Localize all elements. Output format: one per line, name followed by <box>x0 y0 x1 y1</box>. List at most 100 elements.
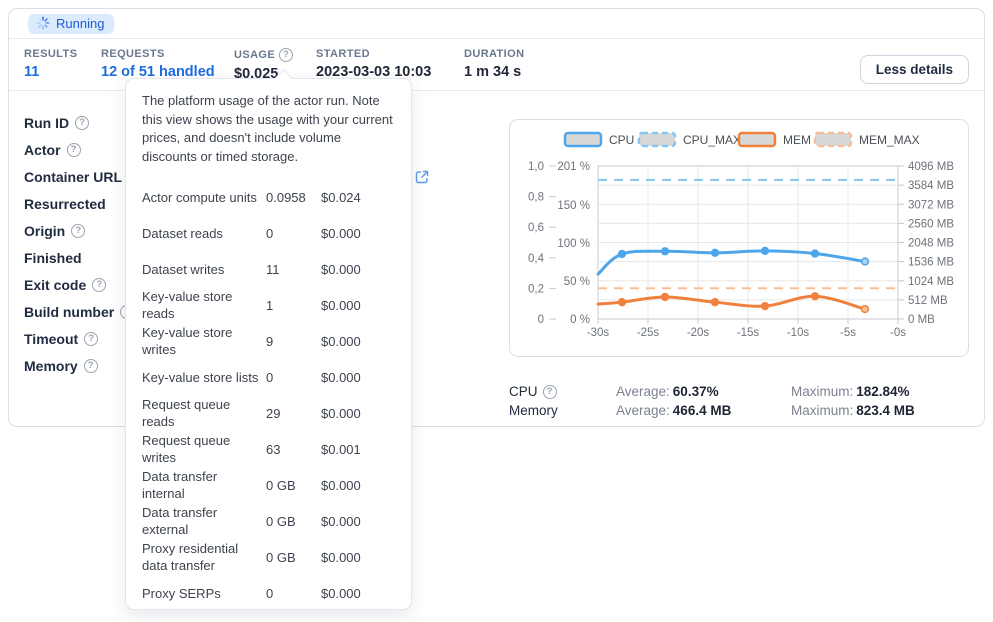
mb-tick-label: 2048 MB <box>908 238 954 250</box>
usage-row-price: $0.000 <box>321 334 395 349</box>
usage-row-quantity: 1 <box>266 298 321 313</box>
mb-tick-label: 3072 MB <box>908 199 954 211</box>
usage-row: Key-value store writes9$0.000 <box>142 323 395 359</box>
help-icon[interactable]: ? <box>92 278 106 292</box>
stat-duration: DURATION 1 m 34 s <box>464 48 524 80</box>
usage-row-quantity: 0 GB <box>266 514 321 529</box>
cpu-point <box>862 258 869 265</box>
percent-tick-label: 100 % <box>557 238 590 250</box>
external-link-icon[interactable] <box>414 169 430 185</box>
summary-maximum: Maximum:823.4 MB <box>791 403 971 418</box>
usage-row-quantity: 0.0958 <box>266 190 321 205</box>
left-outer-tick-label: 0 <box>538 314 544 326</box>
stat-value[interactable]: 11 <box>24 64 77 80</box>
status-badge-running: Running <box>28 14 114 34</box>
usage-row: Dataset reads0$0.000 <box>142 215 395 251</box>
help-icon[interactable]: ? <box>84 332 98 346</box>
usage-row-price: $0.024 <box>321 190 395 205</box>
less-details-button[interactable]: Less details <box>860 55 969 84</box>
mem-point <box>812 293 819 300</box>
usage-description: The platform usage of the actor run. Not… <box>142 92 395 166</box>
maximum-prefix: Maximum: <box>791 384 853 399</box>
legend-item-mem_max[interactable]: MEM_MAX <box>815 133 920 147</box>
average-value: 60.37% <box>673 384 719 399</box>
left-outer-tick-label: 0,2 <box>528 283 544 295</box>
x-tick-label: -30s <box>587 327 610 339</box>
summary-metric-label: CPU <box>509 384 538 399</box>
maximum-prefix: Maximum: <box>791 403 853 418</box>
stat-label: RESULTS <box>24 48 77 60</box>
detail-label: Finished <box>24 250 82 266</box>
stat-label-text: REQUESTS <box>101 48 165 60</box>
usage-breakdown-table: Actor compute units0.0958$0.024Dataset r… <box>142 179 395 611</box>
usage-row-quantity: 0 <box>266 370 321 385</box>
metrics-chart-card: 1,00,80,60,40,20201 %150 %100 %50 %0 %40… <box>509 119 969 357</box>
x-tick-label: -0s <box>890 327 906 339</box>
summary-row-cpu: CPU?Average:60.37%Maximum:182.84% <box>509 382 971 401</box>
average-prefix: Average: <box>616 403 670 418</box>
usage-row-label: Data transfer external <box>142 504 266 538</box>
stat-label-text: DURATION <box>464 48 524 60</box>
usage-row-label: Proxy residential data transfer <box>142 540 266 574</box>
usage-row-quantity: 63 <box>266 442 321 457</box>
spinner-icon <box>36 16 50 30</box>
detail-label: Origin <box>24 223 65 239</box>
mb-tick-label: 4096 MB <box>908 161 954 173</box>
legend-item-cpu[interactable]: CPU <box>565 133 634 147</box>
usage-row-quantity: 11 <box>266 262 321 277</box>
left-outer-tick-label: 1,0 <box>528 161 544 173</box>
help-icon[interactable]: ? <box>71 224 85 238</box>
detail-label: Run ID <box>24 115 69 131</box>
maximum-value: 823.4 MB <box>856 403 915 418</box>
mem-point <box>619 299 626 306</box>
mb-tick-label: 3584 MB <box>908 180 954 192</box>
summary-row-memory: MemoryAverage:466.4 MBMaximum:823.4 MB <box>509 401 971 420</box>
usage-row-price: $0.001 <box>321 442 395 457</box>
mb-tick-label: 0 MB <box>908 314 935 326</box>
legend-item-cpu_max[interactable]: CPU_MAX <box>639 133 741 147</box>
legend-item-mem[interactable]: MEM <box>739 133 811 147</box>
stat-started: STARTED2023-03-03 10:03 <box>316 48 431 80</box>
left-outer-tick-label: 0,4 <box>528 253 545 265</box>
stat-label: USAGE? <box>234 48 293 62</box>
legend-label: MEM_MAX <box>859 133 920 147</box>
stat-requests: REQUESTS12 of 51 handled <box>101 48 215 80</box>
usage-row-label: Key-value store writes <box>142 324 266 358</box>
stat-label-text: RESULTS <box>24 48 77 60</box>
summary-metric: CPU? <box>509 384 616 399</box>
help-icon[interactable]: ? <box>279 48 293 62</box>
usage-row-label: Proxy SERPs <box>142 585 266 602</box>
detail-label: Timeout <box>24 331 78 347</box>
usage-row-label: Request queue writes <box>142 432 266 466</box>
stat-value: 1 m 34 s <box>464 64 524 80</box>
help-icon[interactable]: ? <box>75 116 89 130</box>
mem-point <box>762 303 769 310</box>
detail-label: Actor <box>24 142 61 158</box>
mb-tick-label: 1024 MB <box>908 276 954 288</box>
percent-tick-label: 201 % <box>557 161 590 173</box>
legend-label: MEM <box>783 133 811 147</box>
x-tick-label: -25s <box>637 327 660 339</box>
usage-row-price: $0.000 <box>321 514 395 529</box>
x-tick-label: -15s <box>737 327 760 339</box>
left-outer-tick-label: 0,8 <box>528 192 544 204</box>
stat-label: DURATION <box>464 48 524 60</box>
usage-row: Actor compute units0.0958$0.024 <box>142 179 395 215</box>
legend-label: CPU <box>609 133 634 147</box>
detail-label: Container URL <box>24 169 122 185</box>
status-label: Running <box>56 16 104 31</box>
percent-tick-label: 0 % <box>570 314 590 326</box>
usage-row-quantity: 0 GB <box>266 550 321 565</box>
usage-row: Request queue writes63$0.001 <box>142 431 395 467</box>
left-outer-tick-label: 0,6 <box>528 222 544 234</box>
help-icon[interactable]: ? <box>543 385 557 399</box>
usage-row-quantity: 0 <box>266 226 321 241</box>
help-icon[interactable]: ? <box>67 143 81 157</box>
detail-label: Resurrected <box>24 196 106 212</box>
usage-row-label: Key-value store reads <box>142 288 266 322</box>
status-strip: Running <box>9 9 984 39</box>
legend-swatch <box>639 133 675 146</box>
usage-row-quantity: 0 GB <box>266 478 321 493</box>
help-icon[interactable]: ? <box>84 359 98 373</box>
usage-row: Key-value store reads1$0.000 <box>142 287 395 323</box>
